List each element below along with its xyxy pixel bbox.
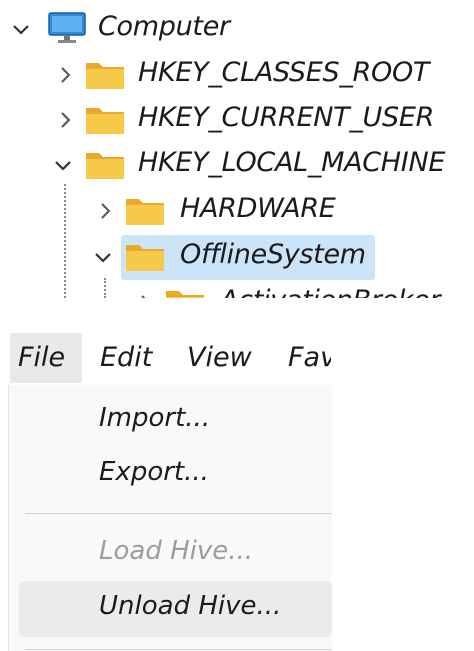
tree-node-label: ActivationBroker <box>220 285 441 298</box>
chevron-right-icon[interactable] <box>54 109 76 131</box>
tree-node-hkey-classes-root[interactable]: HKEY_CLASSES_ROOT <box>0 54 474 96</box>
menu-bar: File Edit View Fav <box>0 333 331 383</box>
chevron-down-icon[interactable] <box>10 18 32 40</box>
tree-node-offlinesystem[interactable]: OfflineSystem <box>0 236 474 278</box>
folder-icon <box>164 286 206 298</box>
tree-node-hkey-current-user[interactable]: HKEY_CURRENT_USER <box>0 99 474 141</box>
menu-favorites[interactable]: Fav <box>288 333 331 383</box>
chevron-down-icon[interactable] <box>52 154 74 176</box>
menu-item-load-hive[interactable]: Load Hive... <box>99 536 253 566</box>
tree-node-computer[interactable]: Computer <box>0 8 474 50</box>
tree-node-label: HKEY_CLASSES_ROOT <box>138 57 430 88</box>
tree-node-hardware[interactable]: HARDWARE <box>0 190 474 232</box>
folder-icon <box>124 194 166 228</box>
monitor-icon <box>46 10 88 44</box>
folder-icon <box>124 240 166 274</box>
folder-icon <box>84 58 126 92</box>
menu-view[interactable]: View <box>187 333 252 383</box>
chevron-right-icon[interactable] <box>54 64 76 86</box>
registry-tree: Computer HKEY_CLASSES_ROOT HKEY_CURRENT_… <box>0 0 474 298</box>
tree-node-activationbroker[interactable]: ActivationBroker <box>0 282 474 298</box>
chevron-right-icon[interactable] <box>94 200 116 222</box>
file-menu-dropdown: Import... Export... Load Hive... Unload … <box>8 385 332 651</box>
tree-node-hkey-local-machine[interactable]: HKEY_LOCAL_MACHINE <box>0 144 474 186</box>
tree-node-label: HKEY_CURRENT_USER <box>138 102 435 133</box>
chevron-down-icon[interactable] <box>92 246 114 268</box>
folder-icon <box>84 148 126 182</box>
chevron-right-icon[interactable] <box>134 292 156 298</box>
tree-node-label: HARDWARE <box>180 193 336 224</box>
menu-item-unload-hive[interactable]: Unload Hive... <box>99 591 281 621</box>
tree-node-label: OfflineSystem <box>180 239 366 270</box>
tree-node-label: Computer <box>98 11 230 42</box>
tree-node-label: HKEY_LOCAL_MACHINE <box>138 147 446 178</box>
menu-separator <box>25 649 332 650</box>
menu-item-import[interactable]: Import... <box>99 403 210 433</box>
menu-item-export[interactable]: Export... <box>99 457 209 487</box>
menu-file[interactable]: File <box>10 333 82 383</box>
menu-separator <box>25 513 332 514</box>
menu-edit[interactable]: Edit <box>100 333 152 383</box>
folder-icon <box>84 103 126 137</box>
